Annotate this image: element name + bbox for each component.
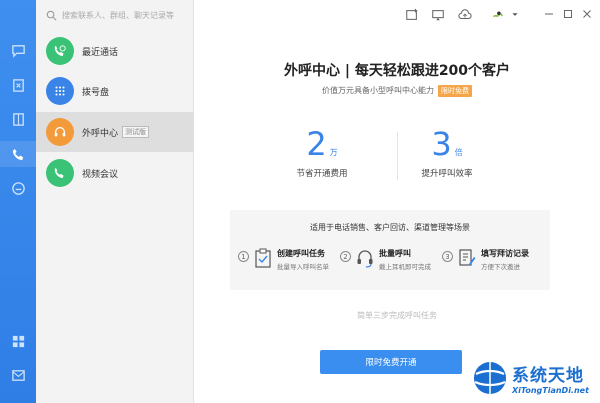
stat-unit: 万 xyxy=(329,148,338,157)
close-button[interactable] xyxy=(580,7,594,21)
maximize-icon xyxy=(564,10,572,18)
avatar-icon xyxy=(492,11,504,18)
step-desc: 批量导入呼叫名单 xyxy=(277,263,329,271)
list-item-label: 拨号盘 xyxy=(82,87,110,98)
step-number: 3 xyxy=(442,251,453,262)
cloud-upload-icon xyxy=(458,9,472,20)
phone-history-icon xyxy=(54,45,66,57)
free-badge: 限时免费 xyxy=(438,85,472,97)
step-title: 填写拜访记录 xyxy=(481,249,529,258)
step-create-task: 1 创建呼叫任务 批量导入呼叫名单 xyxy=(238,248,329,276)
scenario-title: 适用于电话销售、客户回访、渠道管理等场景 xyxy=(310,223,470,232)
watermark-en: XiTongTianDi.net xyxy=(512,386,589,395)
search-icon xyxy=(46,10,57,20)
headset-icon xyxy=(357,250,373,268)
search-input[interactable] xyxy=(62,10,187,20)
function-list: 最近通话 拨号盘 外呼中心 测试版 视频会议 xyxy=(36,0,194,403)
close-icon xyxy=(583,10,591,18)
contacts-icon xyxy=(12,78,24,92)
stat-number: 3 xyxy=(431,125,452,163)
scenario-card: 适用于电话销售、客户回访、渠道管理等场景 1 创建呼叫任务 批量导入呼叫名单 2… xyxy=(230,210,550,290)
user-menu-dropdown[interactable] xyxy=(507,7,523,23)
stat-number: 2 xyxy=(306,125,327,163)
list-item-recent-calls[interactable]: 最近通话 xyxy=(36,31,194,71)
page-subtitle: 价值万元具备小型呼叫中心能力 限时免费 xyxy=(194,85,600,97)
clipboard-check-icon xyxy=(255,248,271,268)
new-message-button[interactable] xyxy=(404,7,420,23)
list-item-video-meeting[interactable]: 视频会议 xyxy=(36,153,194,193)
stat-label: 提升呼叫效率 xyxy=(421,169,473,179)
list-item-dialpad[interactable]: 拨号盘 xyxy=(36,71,194,111)
globe-icon xyxy=(474,362,506,394)
add-window-icon xyxy=(406,8,418,20)
apps-icon xyxy=(12,335,24,347)
phone-icon xyxy=(12,148,23,160)
headset-icon xyxy=(54,126,66,137)
rail-phone[interactable] xyxy=(0,141,36,167)
search-bar xyxy=(36,0,194,30)
subtitle-text: 价值万元具备小型呼叫中心能力 xyxy=(322,86,434,95)
documents-icon xyxy=(12,112,24,126)
mail-icon xyxy=(11,369,25,381)
rail-cloud[interactable] xyxy=(0,175,36,201)
rail-apps[interactable] xyxy=(0,328,36,354)
minimize-icon xyxy=(545,13,553,15)
beta-tag: 测试版 xyxy=(122,126,150,138)
cloud-upload-button[interactable] xyxy=(457,7,473,23)
page-title: 外呼中心 | 每天轻松跟进200个客户 xyxy=(283,63,511,79)
list-item-call-center[interactable]: 外呼中心 测试版 xyxy=(36,112,194,152)
stat-unit: 倍 xyxy=(454,148,463,157)
list-item-label: 视频会议 xyxy=(82,169,119,180)
cloud-icon xyxy=(11,181,25,195)
chat-icon xyxy=(11,44,25,58)
maximize-button[interactable] xyxy=(561,7,575,21)
top-bar xyxy=(194,0,600,30)
step-batch-call: 2 批量呼叫 戴上耳机即可完成 xyxy=(340,248,431,276)
stat-efficiency: 3倍 提升呼叫效率 xyxy=(372,125,522,179)
rail-chat[interactable] xyxy=(0,37,36,63)
screen-icon xyxy=(432,10,444,21)
rail-mail[interactable] xyxy=(0,362,36,388)
call-center-panel: 外呼中心 | 每天轻松跟进200个客户 价值万元具备小型呼叫中心能力 限时免费 2… xyxy=(194,30,600,403)
step-desc: 方便下次邀进 xyxy=(481,263,520,271)
video-call-icon xyxy=(54,167,64,179)
step-number: 1 xyxy=(238,251,249,262)
steps-hint: 简单三步完成呼叫任务 xyxy=(357,311,437,320)
left-rail xyxy=(0,0,36,403)
step-title: 创建呼叫任务 xyxy=(277,249,325,258)
step-number: 2 xyxy=(340,251,351,262)
watermark-cn: 系统天地 xyxy=(512,366,584,386)
rail-documents[interactable] xyxy=(0,106,36,132)
avatar xyxy=(46,37,74,65)
avatar xyxy=(46,159,74,187)
activate-free-button[interactable]: 限时免费开通 xyxy=(320,350,462,374)
step-desc: 戴上耳机即可完成 xyxy=(379,263,431,271)
rail-contacts[interactable] xyxy=(0,72,36,98)
screen-share-button[interactable] xyxy=(430,7,446,23)
dialpad-icon xyxy=(55,86,65,96)
avatar xyxy=(46,118,74,146)
list-item-label: 外呼中心 xyxy=(82,128,119,139)
list-item-label: 最近通话 xyxy=(82,47,119,58)
step-fill-record: 3 填写拜访记录 方便下次邀进 xyxy=(442,248,529,276)
avatar xyxy=(46,77,74,105)
minimize-button[interactable] xyxy=(542,7,556,21)
chevron-down-icon xyxy=(512,13,518,16)
edit-document-icon xyxy=(459,249,476,266)
user-avatar-button[interactable] xyxy=(490,7,506,23)
watermark-logo: 系统天地 XiTongTianDi.net xyxy=(472,357,594,399)
step-title: 批量呼叫 xyxy=(379,249,411,258)
